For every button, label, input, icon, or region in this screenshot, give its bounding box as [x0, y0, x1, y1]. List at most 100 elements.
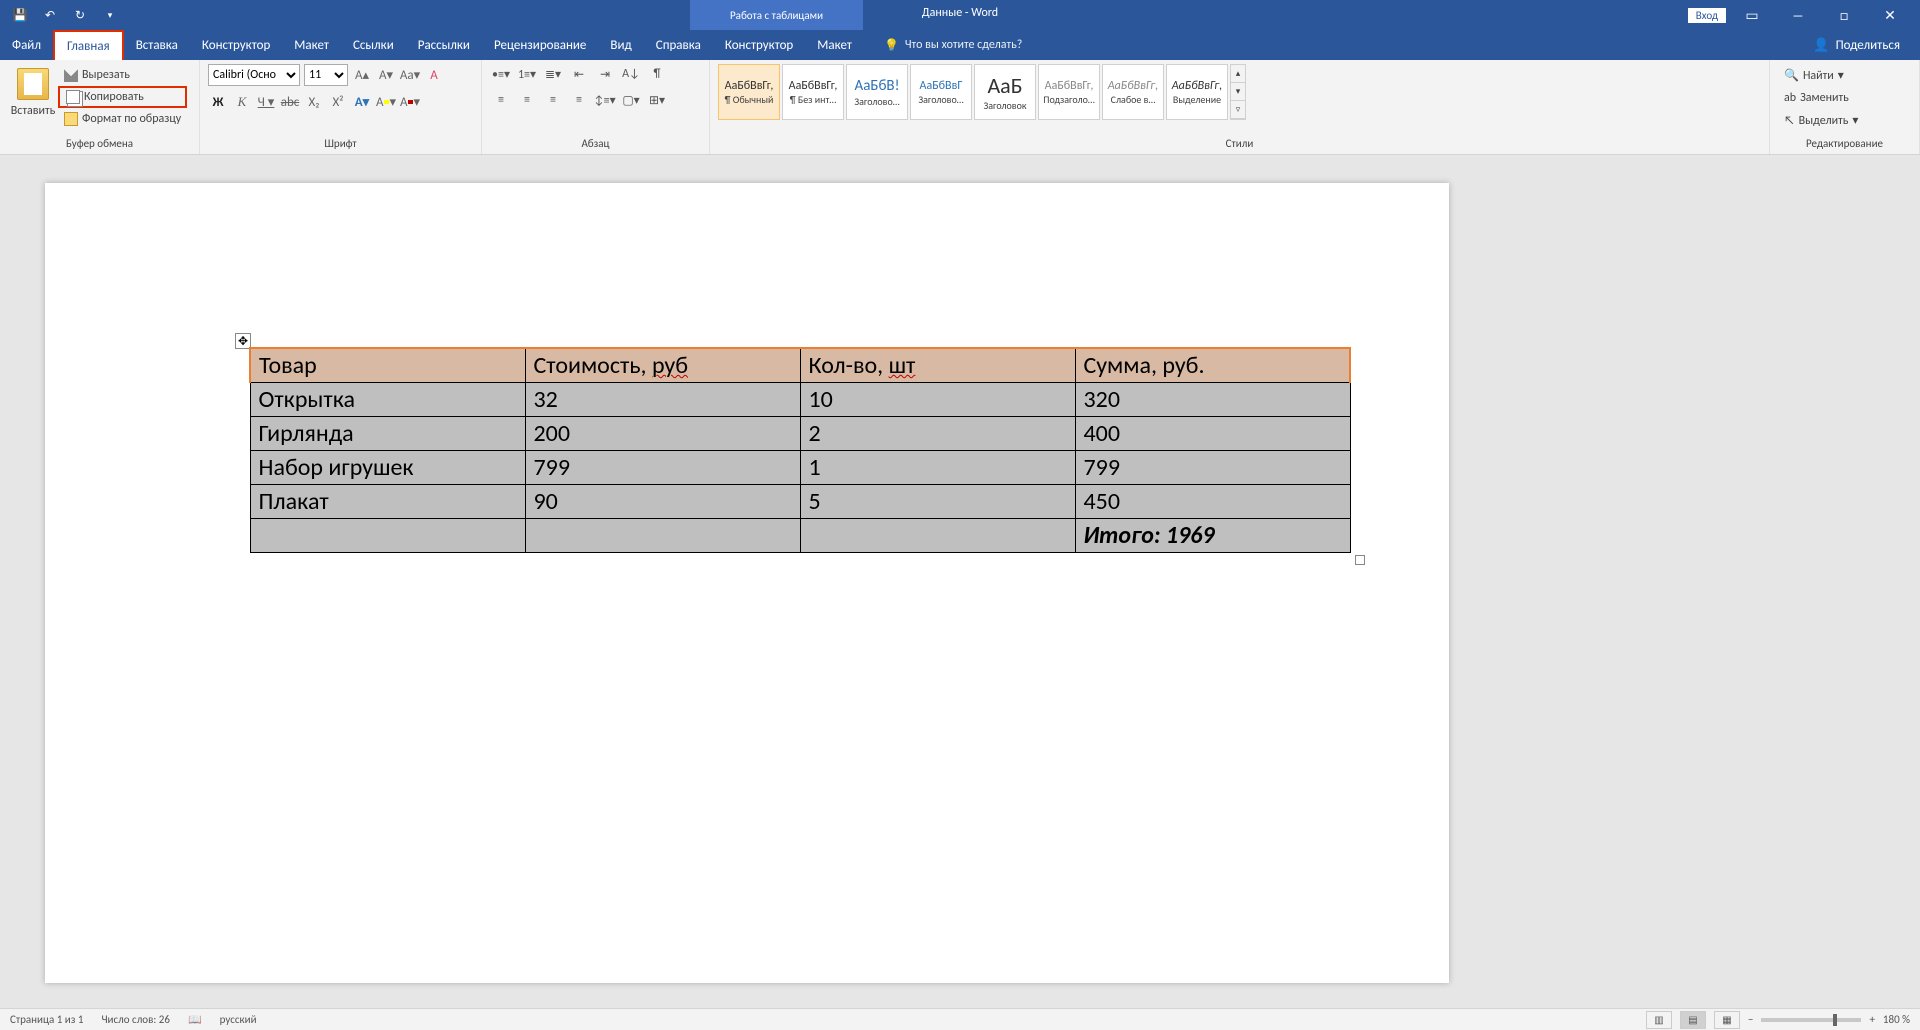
status-words[interactable]: Число слов: 26 [101, 1013, 170, 1026]
copy-button[interactable]: Копировать [58, 86, 187, 108]
header-cell[interactable]: Сумма, руб. [1075, 348, 1350, 383]
status-lang[interactable]: русский [220, 1013, 257, 1026]
tab-table-layout[interactable]: Макет [805, 30, 864, 60]
align-right-button[interactable]: ≡ [542, 90, 564, 110]
styles-up-icon[interactable]: ▴ [1231, 65, 1245, 83]
cursor-icon: ↖ [1784, 114, 1795, 128]
table-row[interactable]: Плакат905450 [250, 485, 1350, 519]
highlight-button[interactable]: A▾ [376, 92, 396, 112]
zoom-level[interactable]: 180 % [1883, 1013, 1910, 1026]
tell-me-placeholder: Что вы хотите сделать? [905, 38, 1022, 52]
tab-layout[interactable]: Макет [282, 30, 341, 60]
style-heading1[interactable]: АаБбВ!Заголово… [846, 64, 908, 120]
contextual-tab-label: Работа с таблицами [690, 0, 863, 30]
bold-button[interactable]: Ж [208, 92, 228, 112]
multilevel-button[interactable]: ≣▾ [542, 64, 564, 84]
table-header-row[interactable]: Товар Стоимость, руб Кол-во, шт Сумма, р… [250, 348, 1350, 383]
tell-me-input[interactable]: 💡 Что вы хотите сделать? [884, 30, 1022, 60]
style-nospacing[interactable]: АаБбВвГг,¶ Без инт… [782, 64, 844, 120]
zoom-out-button[interactable]: − [1748, 1013, 1753, 1026]
paste-button[interactable]: Вставить [8, 64, 58, 118]
font-name-select[interactable]: Calibri (Осно [208, 64, 300, 86]
table-row[interactable]: Открытка3210320 [250, 383, 1350, 417]
ribbon-display-icon[interactable]: ▭ [1732, 7, 1772, 24]
text-effects-button[interactable]: A▾ [352, 92, 372, 112]
borders-button[interactable]: ⊞▾ [646, 90, 668, 110]
bullets-button[interactable]: •≡▾ [490, 64, 512, 84]
table-row[interactable]: Набор игрушек7991799 [250, 451, 1350, 485]
font-color-button[interactable]: A▾ [400, 92, 420, 112]
underline-button[interactable]: Ч ▾ [256, 92, 276, 112]
cut-button[interactable]: Вырезать [58, 66, 187, 84]
tab-design[interactable]: Конструктор [190, 30, 282, 60]
superscript-button[interactable]: X² [328, 92, 348, 112]
tab-file[interactable]: Файл [0, 30, 53, 60]
align-left-button[interactable]: ≡ [490, 90, 512, 110]
share-button[interactable]: 👤 Поделиться [1813, 30, 1920, 60]
group-font-label: Шрифт [200, 135, 481, 154]
print-layout-button[interactable]: ▤ [1680, 1011, 1706, 1029]
style-weak[interactable]: АаБбВвГг,Слабое в… [1102, 64, 1164, 120]
qat-more-icon[interactable]: ▾ [102, 7, 118, 23]
document-area[interactable]: ✥ Товар Стоимость, руб Кол-во, шт Сумма,… [0, 155, 1920, 1008]
numbering-button[interactable]: 1≡▾ [516, 64, 538, 84]
style-normal[interactable]: АаБбВвГг,¶ Обычный [718, 64, 780, 120]
read-mode-button[interactable]: ▥ [1646, 1011, 1672, 1029]
grow-font-button[interactable]: A▴ [352, 65, 372, 85]
change-case-button[interactable]: Aa▾ [400, 65, 420, 85]
show-marks-button[interactable]: ¶ [646, 64, 668, 84]
align-center-button[interactable]: ≡ [516, 90, 538, 110]
zoom-slider[interactable] [1761, 1018, 1861, 1022]
web-layout-button[interactable]: ▦ [1714, 1011, 1740, 1029]
line-spacing-button[interactable]: ↕≡▾ [594, 90, 616, 110]
maximize-icon[interactable]: □ [1824, 7, 1864, 24]
header-cell[interactable]: Кол-во, шт [800, 348, 1075, 383]
format-painter-button[interactable]: Формат по образцу [58, 110, 187, 128]
close-icon[interactable]: ✕ [1870, 7, 1910, 24]
minimize-icon[interactable]: ― [1778, 7, 1818, 24]
header-cell[interactable]: Товар [250, 348, 525, 383]
find-button[interactable]: 🔍Найти ▾ [1778, 66, 1864, 85]
header-cell[interactable]: Стоимость, руб [525, 348, 800, 383]
tab-mailings[interactable]: Рассылки [406, 30, 482, 60]
tab-view[interactable]: Вид [598, 30, 643, 60]
table-resize-handle-icon[interactable] [1355, 555, 1365, 565]
styles-expand-icon[interactable]: ▿ [1231, 101, 1245, 119]
tab-table-design[interactable]: Конструктор [713, 30, 805, 60]
sort-button[interactable]: A↓ [620, 64, 642, 84]
replace-button[interactable]: abЗаменить [1778, 89, 1864, 107]
tab-insert[interactable]: Вставка [124, 30, 190, 60]
signin-button[interactable]: Вход [1688, 8, 1726, 23]
scissors-icon [64, 68, 78, 82]
data-table[interactable]: Товар Стоимость, руб Кол-во, шт Сумма, р… [249, 347, 1351, 553]
font-size-select[interactable]: 11 [304, 64, 348, 86]
save-icon[interactable]: 💾 [12, 7, 28, 23]
style-title[interactable]: АаБЗаголовок [974, 64, 1036, 120]
subscript-button[interactable]: X₂ [304, 92, 324, 112]
zoom-in-button[interactable]: + [1869, 1013, 1874, 1026]
strike-button[interactable]: abc [280, 92, 300, 112]
undo-icon[interactable]: ↶ [42, 7, 58, 23]
select-button[interactable]: ↖Выделить ▾ [1778, 111, 1864, 130]
clear-format-button[interactable]: A [424, 65, 444, 85]
tab-references[interactable]: Ссылки [341, 30, 406, 60]
tab-home[interactable]: Главная [53, 30, 124, 60]
table-row[interactable]: Гирлянда2002400 [250, 417, 1350, 451]
inc-indent-button[interactable]: ⇥ [594, 64, 616, 84]
paste-label: Вставить [11, 104, 56, 118]
dec-indent-button[interactable]: ⇤ [568, 64, 590, 84]
spellcheck-icon[interactable]: 📖 [188, 1013, 202, 1026]
status-page[interactable]: Страница 1 из 1 [10, 1013, 83, 1026]
style-heading2[interactable]: АаБбВвГЗаголово… [910, 64, 972, 120]
styles-down-icon[interactable]: ▾ [1231, 83, 1245, 101]
table-total-row[interactable]: Итого: 1969 [250, 519, 1350, 553]
redo-icon[interactable]: ↻ [72, 7, 88, 23]
tab-help[interactable]: Справка [644, 30, 713, 60]
shading-button[interactable]: ▢▾ [620, 90, 642, 110]
italic-button[interactable]: К [232, 92, 252, 112]
style-subtitle[interactable]: АаБбВвГг,Подзаголо… [1038, 64, 1100, 120]
shrink-font-button[interactable]: A▾ [376, 65, 396, 85]
justify-button[interactable]: ≡ [568, 90, 590, 110]
tab-review[interactable]: Рецензирование [482, 30, 598, 60]
style-emphasis[interactable]: АаБбВвГг,Выделение [1166, 64, 1228, 120]
